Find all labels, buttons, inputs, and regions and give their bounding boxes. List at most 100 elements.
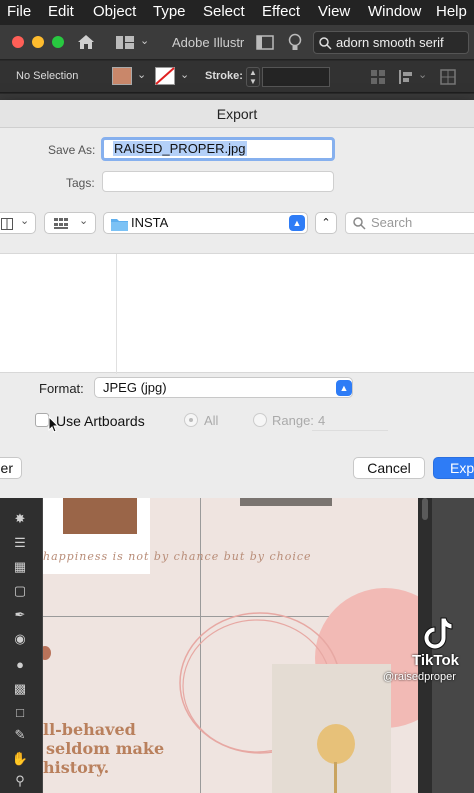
- flower-stem: [334, 762, 337, 793]
- quote-text: happiness is not by chance but by choice: [43, 550, 312, 563]
- stroke-weight-input[interactable]: [262, 67, 330, 87]
- perspective-grid-icon[interactable]: ▦: [11, 558, 29, 576]
- menu-file[interactable]: File: [7, 3, 31, 20]
- arrange-documents-icon[interactable]: [115, 35, 135, 50]
- format-chevron-icon: ▲: [336, 380, 352, 396]
- tiktok-logo-icon: [423, 617, 453, 650]
- use-artboards-label: Use Artboards: [56, 413, 145, 429]
- zoom-icon[interactable]: ⚲: [11, 772, 29, 790]
- photo-right: [272, 664, 391, 793]
- export-dialog: Export Save As: RAISED_PROPER.jpg Tags: …: [0, 100, 474, 498]
- app-bar: ⌄ Adobe Illustr adorn smooth serif: [0, 25, 474, 60]
- view-mode-button[interactable]: ⌄: [0, 212, 36, 234]
- tags-label: Tags:: [66, 176, 95, 190]
- chevron-down-icon[interactable]: ⌄: [137, 68, 146, 81]
- screen: File Edit Object Type Select Effect View…: [0, 0, 474, 793]
- file-browser[interactable]: [0, 253, 474, 374]
- photo-top: [240, 498, 332, 506]
- export-button[interactable]: Expo: [433, 457, 474, 479]
- chevron-down-icon[interactable]: ⌄: [140, 34, 149, 47]
- symbol-sprayer-icon[interactable]: ●: [11, 656, 29, 674]
- accent-dot: [43, 646, 51, 660]
- chevron-up-icon: ⌃: [321, 217, 331, 229]
- tags-input[interactable]: [102, 171, 334, 192]
- stroke-weight-stepper[interactable]: ▲ ▼: [246, 67, 260, 87]
- fill-swatch[interactable]: [112, 67, 132, 85]
- workspace-icon[interactable]: [256, 35, 274, 50]
- scrollbar-thumb[interactable]: [422, 498, 428, 520]
- chevron-down-icon: ⌄: [79, 215, 89, 227]
- search-value: adorn smooth serif: [336, 35, 444, 50]
- menu-select[interactable]: Select: [203, 3, 245, 20]
- grid-icon: [54, 218, 68, 229]
- cancel-label: Cancel: [367, 460, 411, 476]
- menu-help[interactable]: Help: [436, 3, 467, 20]
- eyedropper-icon[interactable]: ✒: [11, 606, 29, 624]
- use-artboards-checkbox[interactable]: [35, 413, 49, 427]
- chevron-down-icon[interactable]: ⌄: [180, 68, 189, 81]
- shape-builder-icon[interactable]: ☰: [11, 534, 29, 552]
- menu-edit[interactable]: Edit: [48, 3, 74, 20]
- control-bar: No Selection ⌄ ⌄ Stroke: ▲ ▼ ⌄: [0, 61, 474, 93]
- save-as-label: Save As:: [48, 143, 96, 157]
- hand-icon[interactable]: ✋: [11, 750, 29, 768]
- new-folder-label: er: [0, 460, 13, 476]
- search-input[interactable]: adorn smooth serif: [313, 31, 469, 54]
- lasso-icon[interactable]: ✸: [11, 510, 29, 528]
- artboard[interactable]: happiness is not by chance but by choice…: [43, 498, 418, 793]
- app-title: Adobe Illustr: [172, 35, 245, 50]
- isolate-icon[interactable]: [440, 69, 456, 85]
- headline: ll-behaved seldom make history.: [43, 720, 164, 777]
- photo-left: [63, 498, 137, 534]
- new-folder-button[interactable]: er: [0, 457, 22, 479]
- location-value: INSTA: [131, 215, 169, 230]
- folder-icon: [111, 219, 128, 231]
- tiktok-brand: TikTok: [412, 652, 459, 669]
- location-select[interactable]: INSTA ▲: [103, 212, 308, 234]
- artboard-tool-icon[interactable]: □: [11, 704, 29, 722]
- location-chevron-icon: ▲: [289, 215, 305, 231]
- save-as-input[interactable]: RAISED_PROPER.jpg: [101, 137, 335, 161]
- range-value: 4: [318, 413, 326, 428]
- range-radio[interactable]: [253, 413, 267, 427]
- dialog-search-input[interactable]: Search: [345, 212, 474, 234]
- group-by-button[interactable]: ⌄: [44, 212, 96, 234]
- slice-tool-icon[interactable]: ✎: [11, 726, 29, 744]
- zoom-window-button[interactable]: [52, 36, 64, 48]
- close-window-button[interactable]: [12, 36, 24, 48]
- column-graph-icon[interactable]: ▩: [11, 680, 29, 698]
- dried-flower: [317, 724, 355, 764]
- menu-view[interactable]: View: [318, 3, 350, 20]
- menu-window[interactable]: Window: [368, 3, 421, 20]
- selection-status: No Selection: [16, 70, 79, 82]
- column-divider: [116, 254, 117, 374]
- all-label: All: [204, 413, 219, 428]
- all-radio[interactable]: [184, 413, 198, 427]
- menu-bar: File Edit Object Type Select Effect View…: [0, 0, 474, 25]
- stroke-label: Stroke:: [205, 70, 243, 82]
- search-icon: [319, 37, 332, 50]
- headline-line-1: ll-behaved: [43, 720, 136, 739]
- chevron-down-icon[interactable]: ⌄: [418, 68, 427, 81]
- blend-icon[interactable]: ◉: [11, 630, 29, 648]
- format-value: JPEG (jpg): [103, 380, 167, 395]
- lightbulb-icon[interactable]: [288, 33, 302, 52]
- gradient-icon[interactable]: ▢: [11, 582, 29, 600]
- minimize-window-button[interactable]: [32, 36, 44, 48]
- home-icon[interactable]: [76, 33, 96, 51]
- transform-icon[interactable]: [398, 69, 414, 85]
- toolbar: ✸ ☰ ▦ ▢ ✒ ◉ ● ▩ □ ✎ ✋ ⚲: [0, 498, 42, 793]
- format-label: Format:: [39, 381, 84, 396]
- align-icon[interactable]: [370, 69, 386, 85]
- stroke-none-swatch[interactable]: [155, 67, 175, 85]
- menu-type[interactable]: Type: [153, 3, 186, 20]
- format-select[interactable]: JPEG (jpg) ▲: [94, 377, 353, 398]
- menu-object[interactable]: Object: [93, 3, 136, 20]
- collapse-button[interactable]: ⌃: [315, 212, 337, 234]
- menu-effect[interactable]: Effect: [262, 3, 300, 20]
- dialog-search-placeholder: Search: [371, 215, 413, 230]
- search-icon: [353, 217, 366, 230]
- canvas-area: ✸ ☰ ▦ ▢ ✒ ◉ ● ▩ □ ✎ ✋ ⚲ happiness is not…: [0, 498, 474, 793]
- headline-line-2: seldom make: [46, 739, 165, 758]
- cancel-button[interactable]: Cancel: [353, 457, 425, 479]
